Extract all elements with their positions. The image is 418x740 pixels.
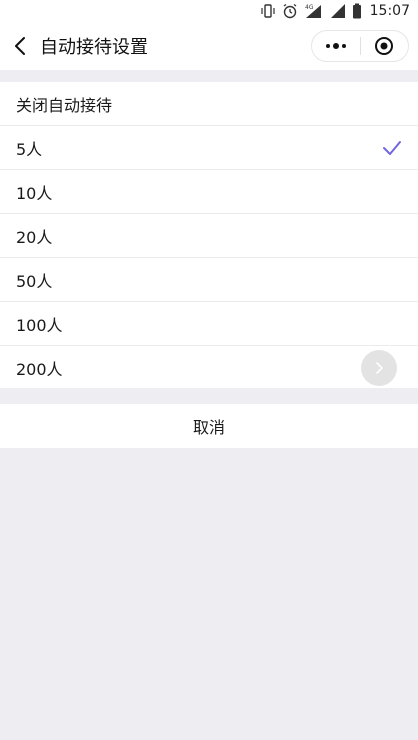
more-dots-icon	[325, 43, 346, 49]
navigation-bar: 自动接待设置	[0, 22, 418, 70]
action-sheet: 关闭自动接待 5人 10人 20人 50人 100人 200人	[0, 82, 418, 390]
cancel-label: 取消	[192, 418, 225, 437]
status-bar: 4G 15:07	[0, 0, 418, 22]
option-50[interactable]: 50人	[0, 258, 418, 302]
target-circle-icon	[375, 37, 394, 55]
alarm-icon	[282, 3, 298, 19]
vibrate-icon	[260, 4, 276, 18]
battery-icon	[352, 3, 362, 19]
status-time: 15:07	[369, 3, 410, 19]
chevron-right-icon	[376, 362, 383, 374]
option-5[interactable]: 5人	[0, 126, 418, 170]
close-mini-program-button[interactable]	[361, 31, 409, 61]
option-label: 100人	[16, 315, 63, 335]
page-title: 自动接待设置	[40, 37, 148, 58]
more-button[interactable]	[312, 31, 360, 61]
floating-next-button[interactable]	[361, 350, 397, 386]
back-button[interactable]	[0, 22, 40, 70]
option-close-auto-reception[interactable]: 关闭自动接待	[0, 82, 418, 126]
option-100[interactable]: 100人	[0, 302, 418, 346]
top-spacer	[0, 70, 418, 82]
option-label: 关闭自动接待	[16, 95, 113, 115]
cancel-button[interactable]: 取消	[0, 404, 418, 448]
signal-icon	[330, 3, 346, 19]
signal-icon: 4G	[304, 3, 324, 19]
mini-program-capsule	[311, 30, 409, 62]
option-label: 200人	[16, 360, 63, 379]
option-label: 10人	[16, 183, 53, 203]
option-label: 5人	[16, 139, 43, 159]
option-label: 20人	[16, 227, 53, 247]
sheet-spacer	[0, 388, 418, 404]
checkmark-icon	[382, 126, 402, 170]
option-200[interactable]: 200人	[0, 346, 418, 390]
network-type: 4G	[305, 4, 314, 11]
option-label: 50人	[16, 271, 53, 291]
option-20[interactable]: 20人	[0, 214, 418, 258]
chevron-left-icon	[15, 37, 25, 55]
option-10[interactable]: 10人	[0, 170, 418, 214]
